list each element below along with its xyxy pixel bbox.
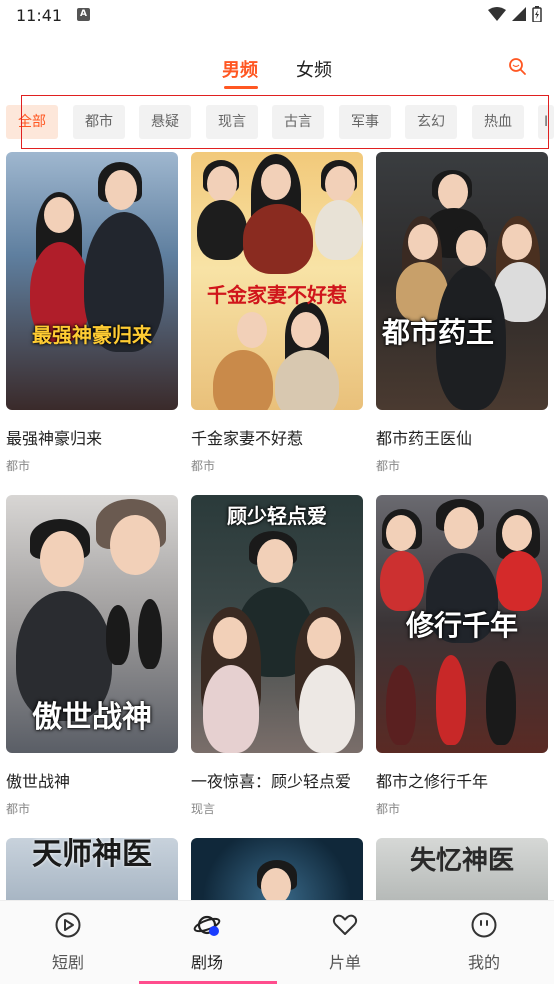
drama-title[interactable]: 最强神豪归来 — [6, 425, 102, 449]
category-chip-military[interactable]: 军事 — [339, 105, 391, 139]
category-chip-action[interactable]: 热血 — [472, 105, 524, 139]
drama-poster[interactable]: 最强神豪归来 — [6, 152, 178, 410]
drama-title[interactable]: 都市之修行千年 — [376, 768, 488, 792]
tab-male[interactable]: 男频 — [222, 56, 258, 82]
poster-title: 失忆神医 — [409, 846, 514, 876]
planet-icon — [193, 915, 221, 936]
drama-genre: 都市 — [376, 802, 401, 816]
nav-label: 短剧 — [51, 953, 84, 972]
drama-genre: 都市 — [191, 459, 216, 473]
category-chip-all[interactable]: 全部 — [6, 105, 58, 139]
top-tabs: 男频 女频 — [0, 52, 554, 96]
drama-title[interactable]: 都市药王医仙 — [376, 425, 472, 449]
tab-female[interactable]: 女频 — [296, 56, 332, 82]
search-icon[interactable] — [506, 55, 528, 77]
wifi-icon — [488, 7, 506, 21]
drama-genre: 现言 — [191, 802, 216, 816]
drama-poster[interactable]: 天师神医 — [6, 838, 178, 900]
drama-poster[interactable]: 都市药王 — [376, 152, 548, 410]
nav-mine[interactable]: 我的 — [439, 911, 529, 973]
category-chip-modern-romance[interactable]: 现言 — [206, 105, 258, 139]
status-bar: 11:41 A — [0, 0, 554, 34]
category-chip-urban[interactable]: 都市 — [73, 105, 125, 139]
nav-label: 剧场 — [190, 953, 223, 972]
poster-title: 最强神豪归来 — [32, 323, 152, 347]
category-chip-ancient-romance[interactable]: 古言 — [272, 105, 324, 139]
signal-icon — [512, 7, 526, 21]
status-indicators — [488, 6, 542, 22]
drama-genre: 都市 — [6, 459, 31, 473]
category-chip-suspense[interactable]: 悬疑 — [139, 105, 191, 139]
tab-underline — [224, 86, 258, 89]
bottom-nav: 短剧 剧场 片单 我的 — [0, 900, 554, 984]
battery-icon — [532, 6, 542, 22]
notification-icon: A — [77, 8, 90, 21]
drama-poster[interactable]: 修行千年 — [376, 495, 548, 753]
nav-theater[interactable]: 剧场 — [162, 911, 252, 973]
drama-title[interactable]: 一夜惊喜：顾少轻点爱 — [191, 768, 351, 792]
drama-poster[interactable] — [191, 838, 363, 900]
drama-title[interactable]: 千金家妻不好惹 — [191, 425, 303, 449]
nav-label: 我的 — [467, 953, 500, 972]
drama-poster[interactable]: 千金家妻不好惹 — [191, 152, 363, 410]
poster-title: 修行千年 — [405, 609, 518, 642]
poster-title: 千金家妻不好惹 — [207, 283, 347, 307]
drama-genre: 都市 — [376, 459, 401, 473]
drama-poster[interactable]: 失忆神医 — [376, 838, 548, 900]
poster-title: 傲世战神 — [32, 700, 152, 735]
poster-title: 都市药王 — [382, 316, 495, 349]
poster-title: 天师神医 — [32, 838, 152, 872]
category-chip-fantasy[interactable]: 玄幻 — [405, 105, 457, 139]
play-circle-icon — [55, 912, 81, 938]
status-time: 11:41 — [16, 6, 63, 25]
drama-poster[interactable]: 顾少轻点爱 — [191, 495, 363, 753]
drama-title[interactable]: 傲世战神 — [6, 768, 70, 792]
nav-playlist[interactable]: 片单 — [300, 911, 390, 973]
drama-genre: 都市 — [6, 802, 31, 816]
nav-label: 片单 — [328, 953, 361, 972]
smiley-icon — [471, 912, 497, 938]
nav-short-drama[interactable]: 短剧 — [23, 911, 113, 973]
poster-title: 顾少轻点爱 — [227, 504, 327, 528]
heart-icon — [332, 914, 358, 935]
drama-poster[interactable]: 傲世战神 — [6, 495, 178, 753]
category-chip-more[interactable]: I — [538, 105, 554, 139]
